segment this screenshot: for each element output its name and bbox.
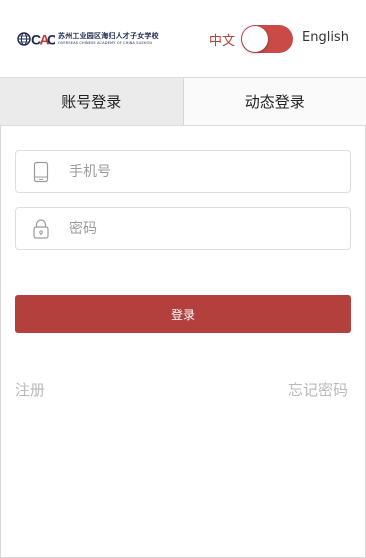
tab-account-login[interactable]: 账号登录: [0, 78, 184, 125]
password-input[interactable]: [67, 219, 331, 238]
logo-mark: C A C: [17, 31, 55, 47]
lang-label-english[interactable]: English: [302, 30, 349, 45]
school-name-en: OVERSEAS CHINESE ACADEMY OF CHINA SUZHOU: [58, 41, 153, 45]
header: C A C 苏州工业园区海归人才子女学校 OVERSEAS CHINESE AC…: [0, 0, 366, 77]
phone-field[interactable]: [15, 150, 351, 193]
svg-text:C: C: [47, 32, 55, 48]
tab-dynamic-login[interactable]: 动态登录: [183, 78, 366, 125]
toggle-knob: [242, 26, 268, 52]
forgot-password-link[interactable]: 忘记密码: [288, 379, 348, 400]
school-name-cn: 苏州工业园区海归人才子女学校: [58, 32, 159, 40]
language-toggle[interactable]: [241, 25, 293, 53]
password-field[interactable]: [15, 207, 351, 250]
phone-icon: [29, 160, 53, 184]
login-tabs: 账号登录 动态登录: [0, 77, 366, 126]
globe-icon: C A C: [17, 32, 55, 48]
logo-text: 苏州工业园区海归人才子女学校 OVERSEAS CHINESE ACADEMY …: [58, 32, 159, 46]
login-button[interactable]: 登录: [15, 295, 351, 333]
lang-label-chinese[interactable]: 中文: [209, 30, 235, 49]
lock-icon: [29, 217, 53, 241]
register-link[interactable]: 注册: [15, 379, 45, 400]
phone-input[interactable]: [67, 162, 331, 181]
school-logo: C A C 苏州工业园区海归人才子女学校 OVERSEAS CHINESE AC…: [17, 30, 159, 48]
